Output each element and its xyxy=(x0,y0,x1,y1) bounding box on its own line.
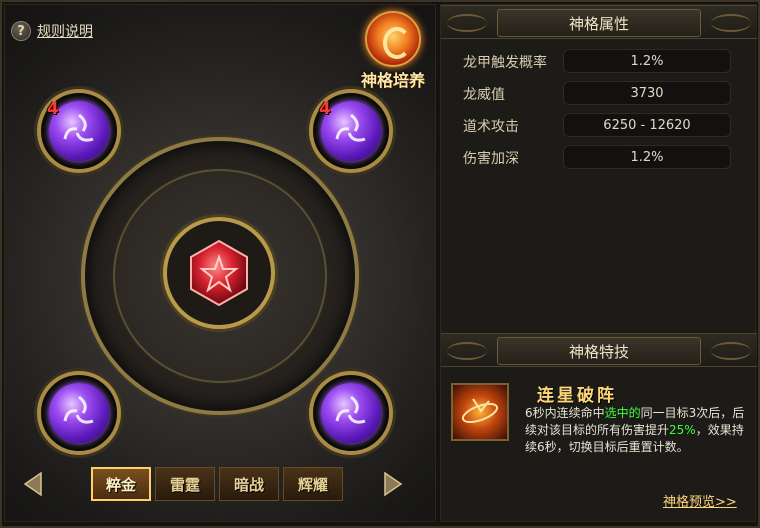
orb-level-badge: 4 xyxy=(47,99,59,119)
attribute-name: 龙威值 xyxy=(463,87,505,103)
ornament-icon xyxy=(447,14,487,32)
skill-header: 神格特技 xyxy=(441,333,757,367)
attribute-row: 伤害加深 1.2% xyxy=(463,145,743,169)
preview-link[interactable]: 神格预览>> xyxy=(663,491,737,510)
skill-fire-icon xyxy=(451,383,509,441)
orb-level-badge: 4 xyxy=(319,99,331,119)
attribute-value: 1.2% xyxy=(563,145,731,169)
attribute-value: 3730 xyxy=(563,81,731,105)
tab-huiyao[interactable]: 辉耀 xyxy=(283,467,343,501)
purple-orb-icon xyxy=(49,383,109,443)
skill-title: 神格特技 xyxy=(497,337,701,365)
orb-slot-bottom-left[interactable] xyxy=(37,371,121,455)
ornament-icon xyxy=(711,14,751,32)
tab-cuijin[interactable]: 粹金 xyxy=(91,467,151,501)
question-icon: ? xyxy=(11,21,31,41)
cultivate-button[interactable]: 神格培养 xyxy=(351,11,435,91)
orb-slot-top-right[interactable]: 4 xyxy=(309,89,393,173)
ornament-icon xyxy=(447,342,487,360)
info-panel: 神格属性 龙甲触发概率 1.2% 龙威值 3730 道术攻击 6250 - 12… xyxy=(440,4,757,522)
skill-desc-highlight: 25% xyxy=(669,423,696,437)
purple-orb-icon xyxy=(321,383,381,443)
ornament-icon xyxy=(711,342,751,360)
attribute-row: 龙甲触发概率 1.2% xyxy=(463,49,743,73)
attribute-row: 龙威值 3730 xyxy=(463,81,743,105)
cultivate-label: 神格培养 xyxy=(360,71,425,90)
center-gem-icon[interactable] xyxy=(185,239,253,307)
skill-desc-highlight: 选中的 xyxy=(604,406,641,420)
flame-emblem-icon xyxy=(365,11,421,67)
cultivation-panel: ? 规则说明 神格培养 4 4 粹金 雷霆 暗战 辉耀 xyxy=(4,4,436,522)
attribute-row: 道术攻击 6250 - 12620 xyxy=(463,113,743,137)
skill-desc-part: 6秒内连续命中 xyxy=(525,406,605,420)
tab-anzhan[interactable]: 暗战 xyxy=(219,467,279,501)
tab-leiting[interactable]: 雷霆 xyxy=(155,467,215,501)
attribute-name: 伤害加深 xyxy=(463,151,519,167)
rules-link[interactable]: ? 规则说明 xyxy=(11,21,93,41)
arrow-left-icon[interactable] xyxy=(23,471,49,497)
attributes-header: 神格属性 xyxy=(441,5,757,39)
attribute-name: 道术攻击 xyxy=(463,119,519,135)
attributes-title: 神格属性 xyxy=(497,9,701,37)
orb-slot-bottom-right[interactable] xyxy=(309,371,393,455)
rules-label: 规则说明 xyxy=(37,24,93,40)
orb-slot-top-left[interactable]: 4 xyxy=(37,89,121,173)
attribute-value: 1.2% xyxy=(563,49,731,73)
type-tabs: 粹金 雷霆 暗战 辉耀 xyxy=(91,467,343,501)
skill-name: 连星破阵 xyxy=(537,386,617,406)
attribute-name: 龙甲触发概率 xyxy=(463,55,547,71)
arrow-right-icon[interactable] xyxy=(377,471,403,497)
attribute-value: 6250 - 12620 xyxy=(563,113,731,137)
skill-description: 6秒内连续命中选中的同一目标3次后，后续对该目标的所有伤害提升25%，效果持续6… xyxy=(525,405,749,456)
